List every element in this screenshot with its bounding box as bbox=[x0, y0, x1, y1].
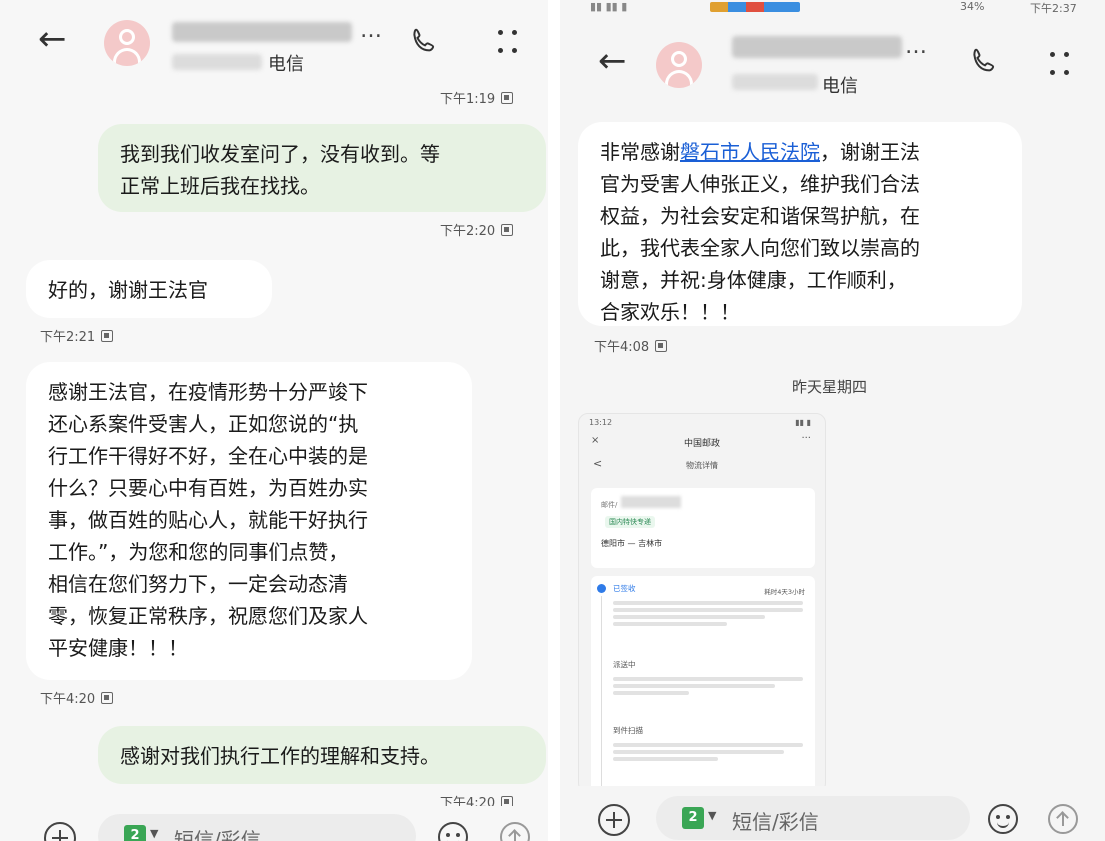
more-icon: ··· bbox=[801, 433, 811, 444]
timestamp: 下午2:20 bbox=[440, 220, 514, 239]
chevron-down-icon[interactable]: ▼ bbox=[708, 809, 716, 822]
emoji-icon[interactable] bbox=[438, 822, 468, 841]
notification-icons bbox=[710, 2, 800, 12]
contact-name-ellipsis: … bbox=[905, 34, 929, 59]
sim-card-icon[interactable]: 2 bbox=[682, 807, 704, 829]
add-attachment-icon[interactable] bbox=[598, 804, 630, 836]
back-arrow-icon[interactable]: ← bbox=[598, 44, 627, 78]
image-attachment[interactable]: 13:12 ▮▮ ▮ × 中国邮政 ··· < 物流详情 邮件/ 国内特快专递 … bbox=[578, 413, 826, 793]
send-icon[interactable] bbox=[1048, 804, 1078, 834]
timestamp: 下午4:20 bbox=[40, 688, 114, 707]
left-chat-screenshot: ← … 电信 下午1:19 我到我们收发室问了，没有收到。等 正常上班后我在找找… bbox=[0, 0, 548, 841]
battery-level: 34% bbox=[960, 0, 985, 13]
status-time: 下午2:37 bbox=[1030, 2, 1077, 15]
carrier-label: 电信 bbox=[268, 54, 304, 75]
sim-card-icon[interactable]: 2 bbox=[124, 825, 146, 841]
message-input[interactable]: 2 ▼ 短信/彩信 bbox=[656, 796, 970, 840]
timestamp: 下午1:19 bbox=[440, 88, 514, 107]
phone-call-icon[interactable] bbox=[410, 26, 440, 56]
back-arrow-icon[interactable]: ← bbox=[38, 22, 67, 56]
message-composer: 2 ▼ 短信/彩信 bbox=[560, 786, 1105, 841]
signal-icons: ▮▮ ▮▮ ▮ bbox=[590, 0, 628, 13]
message-input[interactable]: 2 ▼ 短信/彩信 bbox=[98, 814, 416, 841]
carrier-label: 电信 bbox=[822, 76, 858, 97]
contact-name-redacted bbox=[732, 36, 902, 58]
emoji-icon[interactable] bbox=[988, 804, 1018, 834]
incoming-message-bubble[interactable]: 好的，谢谢王法官 bbox=[26, 260, 272, 318]
timestamp: 下午4:08 bbox=[594, 336, 668, 355]
contact-name-redacted bbox=[172, 22, 352, 42]
right-chat-screenshot: ▮▮ ▮▮ ▮ 34% 下午2:37 ← … 电信 非常感谢磐石市人民法院，谢谢… bbox=[560, 0, 1105, 841]
timestamp: 下午2:21 bbox=[40, 326, 114, 345]
contact-avatar[interactable] bbox=[656, 42, 702, 88]
phone-call-icon[interactable] bbox=[970, 46, 1000, 76]
contact-number-redacted bbox=[732, 74, 818, 90]
status-bar: ▮▮ ▮▮ ▮ 34% 下午2:37 bbox=[560, 0, 1105, 15]
tracking-timeline: 已签收 耗时4天3小时 派送中 到件扫描 bbox=[591, 576, 815, 792]
contact-name-ellipsis: … bbox=[360, 18, 384, 43]
message-composer: 2 ▼ 短信/彩信 bbox=[0, 806, 548, 841]
contact-avatar[interactable] bbox=[104, 20, 150, 66]
more-options-icon[interactable] bbox=[1050, 52, 1072, 78]
date-separator: 昨天星期四 bbox=[792, 378, 868, 396]
contact-number-redacted bbox=[172, 54, 262, 70]
shipment-card: 邮件/ 国内特快专递 德阳市 — 吉林市 bbox=[591, 488, 815, 568]
divider bbox=[548, 0, 560, 841]
add-attachment-icon[interactable] bbox=[44, 822, 76, 841]
more-options-icon[interactable] bbox=[498, 30, 520, 56]
send-icon[interactable] bbox=[500, 822, 530, 841]
outgoing-message-bubble[interactable]: 感谢对我们执行工作的理解和支持。 bbox=[98, 726, 546, 784]
court-link[interactable]: 磐石市人民法院 bbox=[680, 140, 820, 164]
chevron-down-icon[interactable]: ▼ bbox=[150, 827, 158, 840]
incoming-message-bubble[interactable]: 感谢王法官，在疫情形势十分严竣下 还心系案件受害人，正如您说的“执 行工作干得好… bbox=[26, 362, 472, 680]
incoming-message-bubble[interactable]: 非常感谢磐石市人民法院，谢谢王法 官为受害人伸张正义，维护我们合法 权益，为社会… bbox=[578, 122, 1022, 326]
message-input-placeholder: 短信/彩信 bbox=[174, 828, 261, 841]
outgoing-message-bubble[interactable]: 我到我们收发室问了，没有收到。等 正常上班后我在找找。 bbox=[98, 124, 546, 212]
check-icon bbox=[597, 584, 606, 593]
message-input-placeholder: 短信/彩信 bbox=[732, 810, 819, 834]
